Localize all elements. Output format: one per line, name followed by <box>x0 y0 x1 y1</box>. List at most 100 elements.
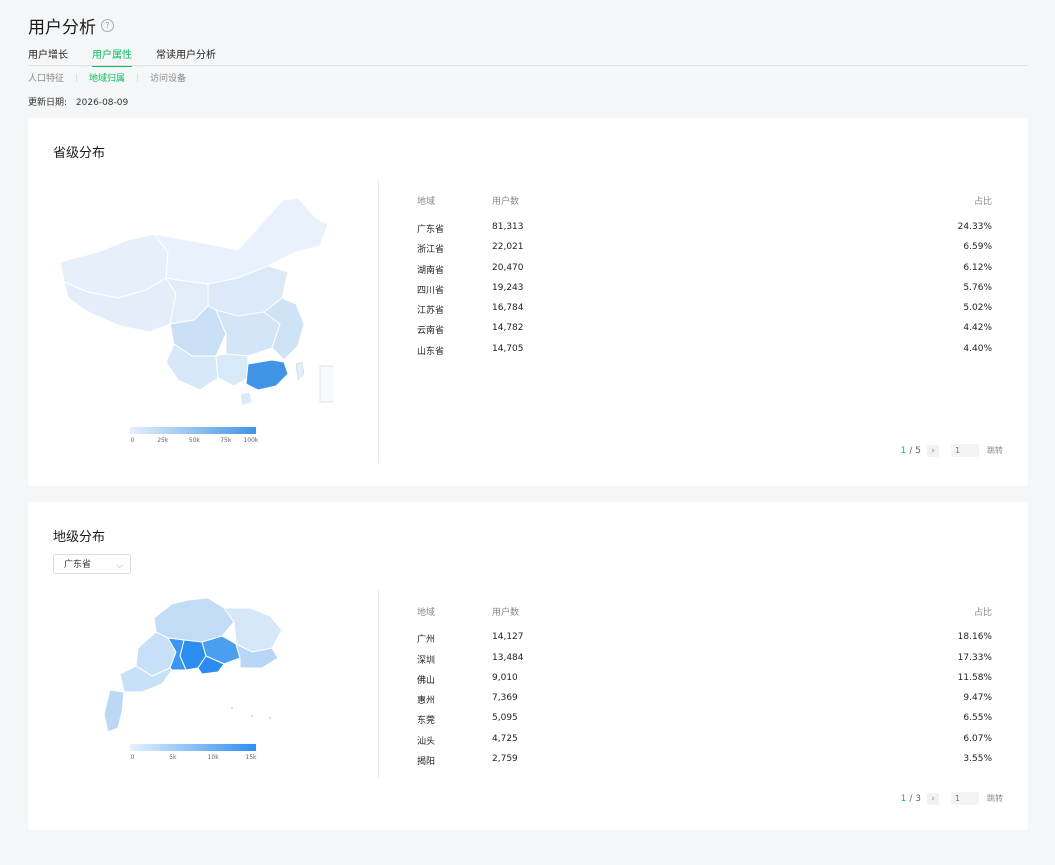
chevron-right-icon[interactable]: › <box>927 792 939 805</box>
cell-users: 14,127 <box>492 632 524 642</box>
south-china-sea-inset <box>319 365 333 403</box>
table-row: 广州 14,127 18.16% <box>417 632 992 646</box>
city-legend-ticks: 0 5k 10k 15k <box>130 754 257 764</box>
tab-frequent-readers[interactable]: 常读用户分析 <box>156 46 216 67</box>
col-header-users: 用户数 <box>492 608 520 618</box>
col-header-region: 地域 <box>417 608 436 618</box>
card-divider <box>378 180 379 462</box>
cell-users: 2,759 <box>492 754 518 764</box>
legend-tick: 15k <box>245 754 257 761</box>
legend-tick: 10k <box>207 754 219 761</box>
cell-ratio: 18.16% <box>957 632 992 642</box>
province-card-title: 省级分布 <box>53 146 106 161</box>
cell-ratio: 6.12% <box>963 263 992 273</box>
cell-users: 5,095 <box>492 713 518 723</box>
city-pagination: 1 / 3 › 跳转 <box>901 792 1003 805</box>
page-title-text: 用户分析 <box>28 18 96 38</box>
map-region-guangxi[interactable] <box>215 353 249 387</box>
map-island <box>230 706 234 710</box>
cell-ratio: 5.02% <box>963 303 992 313</box>
col-header-ratio: 占比 <box>973 197 992 207</box>
map-region-inner-mongolia[interactable] <box>152 197 329 285</box>
cell-ratio: 6.55% <box>963 713 992 723</box>
table-row: 汕头 4,725 6.07% <box>417 734 992 748</box>
legend-tick: 5k <box>169 754 177 761</box>
tabs-divider <box>28 65 1028 66</box>
subtab-devices[interactable]: 访问设备 <box>150 71 186 84</box>
cell-users: 14,782 <box>492 323 524 333</box>
cell-region: 揭阳 <box>417 757 436 767</box>
province-legend-gradient <box>130 427 256 434</box>
province-select-value: 广东省 <box>64 560 92 570</box>
update-value: 2026-08-09 <box>75 98 129 108</box>
main-tabs: 用户增长 用户属性 常读用户分析 <box>28 46 216 67</box>
city-card-title: 地级分布 <box>53 530 106 545</box>
legend-tick: 75k <box>220 437 232 444</box>
page-number-input[interactable] <box>951 792 979 805</box>
table-row: 湖南省 20,470 6.12% <box>417 263 992 277</box>
map-island <box>268 716 272 720</box>
map-city-north[interactable] <box>153 597 235 643</box>
chevron-right-icon[interactable]: › <box>927 444 939 457</box>
province-card: 省级分布 0 25k 50k 75k 100k 地域 用户数 占比 广东省 81… <box>28 118 1028 486</box>
question-circle-icon[interactable]: ? <box>101 19 114 32</box>
table-row: 四川省 19,243 5.76% <box>417 283 992 297</box>
table-row: 深圳 13,484 17.33% <box>417 653 992 667</box>
cell-users: 14,705 <box>492 344 524 354</box>
tab-user-growth[interactable]: 用户增长 <box>28 46 68 67</box>
col-header-region: 地域 <box>417 197 436 207</box>
map-region-taiwan[interactable] <box>295 361 305 381</box>
subtab-demographics[interactable]: 人口特征 <box>28 71 64 84</box>
cell-ratio: 6.59% <box>963 242 992 252</box>
subtab-separator <box>76 73 78 82</box>
tab-user-attributes[interactable]: 用户属性 <box>92 46 132 67</box>
cell-ratio: 11.58% <box>957 673 992 683</box>
province-select[interactable]: 广东省 ⌵ <box>53 554 131 574</box>
col-header-users: 用户数 <box>492 197 520 207</box>
col-header-ratio: 占比 <box>973 608 992 618</box>
cell-region: 广州 <box>417 635 436 645</box>
cell-ratio: 9.47% <box>963 693 992 703</box>
table-row: 山东省 14,705 4.40% <box>417 344 992 358</box>
china-map[interactable] <box>58 194 333 409</box>
cell-ratio: 6.07% <box>963 734 992 744</box>
jump-button[interactable]: 跳转 <box>987 445 1003 456</box>
cell-ratio: 24.33% <box>957 222 992 232</box>
cell-ratio: 17.33% <box>957 653 992 663</box>
cell-region: 湖南省 <box>417 266 445 276</box>
page-title: 用户分析 ? <box>28 13 114 38</box>
city-legend: 0 5k 10k 15k <box>130 744 257 764</box>
subtab-region[interactable]: 地域归属 <box>89 71 125 84</box>
pager-current: 1 <box>900 445 907 456</box>
table-row: 云南省 14,782 4.42% <box>417 323 992 337</box>
legend-tick: 50k <box>188 437 200 444</box>
cell-region: 惠州 <box>417 696 436 706</box>
cell-users: 9,010 <box>492 673 518 683</box>
cell-users: 16,784 <box>492 303 524 313</box>
legend-tick: 100k <box>243 437 259 444</box>
map-city-leizhou[interactable] <box>103 689 125 733</box>
update-label: 更新日期: <box>28 98 68 108</box>
guangdong-map[interactable] <box>102 596 284 736</box>
table-row: 揭阳 2,759 3.55% <box>417 754 992 768</box>
table-row: 佛山 9,010 11.58% <box>417 673 992 687</box>
table-row: 东莞 5,095 6.55% <box>417 713 992 727</box>
table-row: 江苏省 16,784 5.02% <box>417 303 992 317</box>
cell-region: 东莞 <box>417 716 436 726</box>
map-region-hainan[interactable] <box>239 391 253 407</box>
legend-tick: 0 <box>130 754 135 761</box>
cell-ratio: 5.76% <box>963 283 992 293</box>
cell-region: 深圳 <box>417 656 436 666</box>
pager-total: / 5 <box>909 445 921 456</box>
province-legend: 0 25k 50k 75k 100k <box>130 427 259 447</box>
jump-button[interactable]: 跳转 <box>987 793 1003 804</box>
update-date: 更新日期: 2026-08-09 <box>28 95 128 108</box>
cell-ratio: 4.40% <box>963 344 992 354</box>
cell-ratio: 3.55% <box>963 754 992 764</box>
cell-users: 81,313 <box>492 222 524 232</box>
subtab-separator <box>137 73 139 82</box>
cell-region: 浙江省 <box>417 245 445 255</box>
page-number-input[interactable] <box>951 444 979 457</box>
map-region-guangdong[interactable] <box>245 359 289 391</box>
pager-current: 1 <box>900 793 907 804</box>
